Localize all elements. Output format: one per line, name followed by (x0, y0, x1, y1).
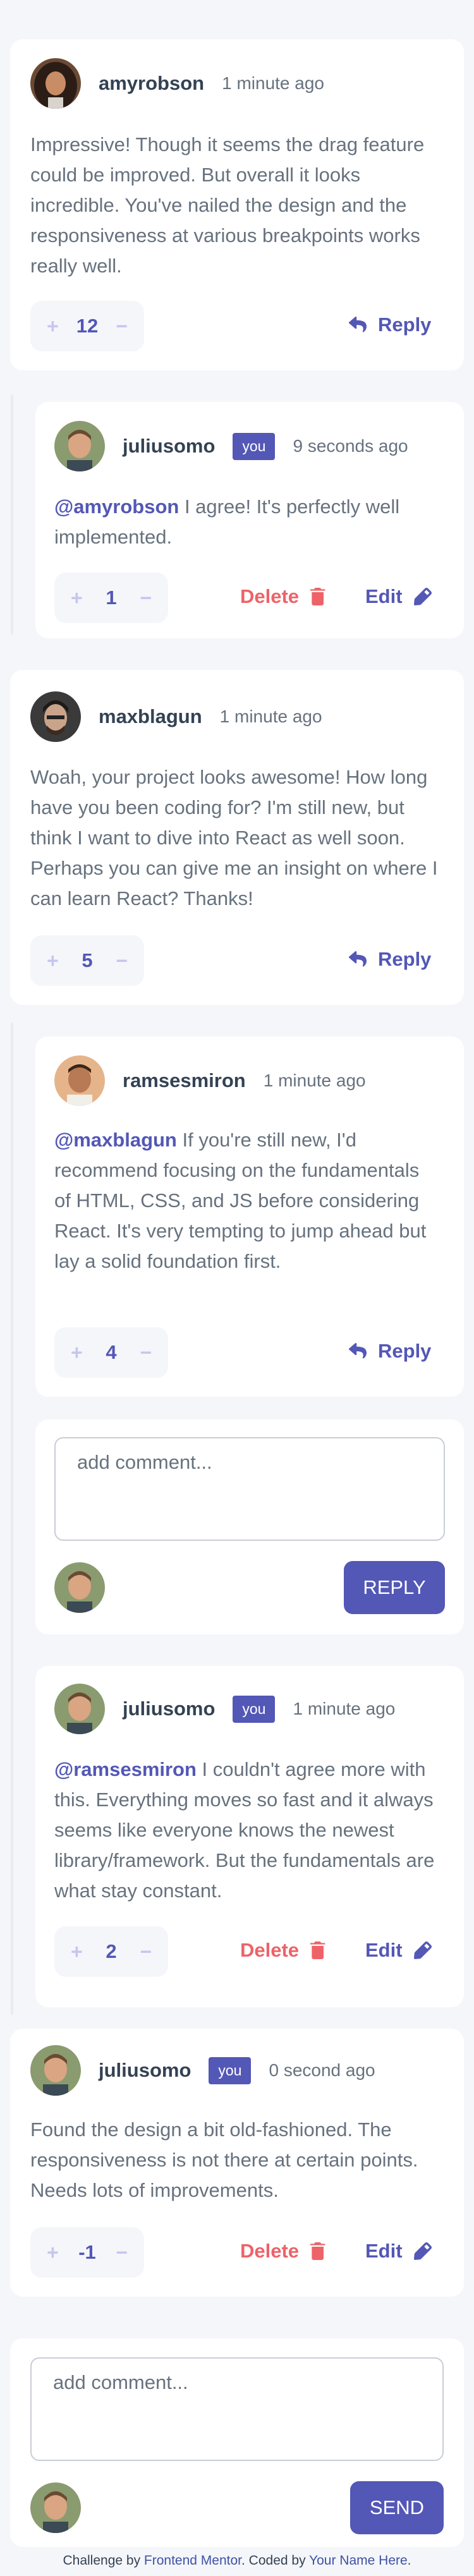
upvote-button[interactable]: + (47, 2242, 59, 2263)
score-value: 1 (106, 586, 117, 609)
downvote-button[interactable]: − (140, 1342, 152, 1363)
you-badge: you (233, 432, 276, 460)
edit-label: Edit (365, 585, 403, 607)
downvote-button[interactable]: − (116, 2242, 128, 2263)
reply-label: Reply (378, 313, 432, 336)
reply-submit-button[interactable]: REPLY (344, 1561, 445, 1614)
downvote-button[interactable]: − (140, 1941, 152, 1962)
upvote-button[interactable]: + (47, 951, 59, 971)
pencil-icon (413, 1941, 432, 1959)
username[interactable]: amyrobson (99, 72, 204, 95)
edit-button[interactable]: Edit (365, 585, 432, 608)
comment-header: amyrobson 1 minute ago (30, 58, 324, 109)
reply-label: Reply (378, 1340, 432, 1362)
comment-header: maxblagun 1 minute ago (30, 691, 322, 742)
reply-arrow-icon (349, 317, 367, 332)
comment-textarea[interactable] (30, 2357, 444, 2461)
author-link[interactable]: Your Name Here (309, 2553, 408, 2568)
timestamp: 0 second ago (269, 2060, 375, 2080)
current-user-avatar (54, 1562, 105, 1613)
comment-text: @maxblagun If you're still new, I'd reco… (54, 1129, 427, 1272)
comments-page: amyrobson 1 minute ago Impressive! Thoug… (0, 0, 474, 2576)
score-value: 4 (106, 1341, 117, 1363)
you-badge: you (233, 1695, 276, 1723)
reply-arrow-icon (349, 951, 367, 967)
reply-button[interactable]: Reply (349, 948, 431, 971)
avatar (54, 421, 105, 471)
send-button[interactable]: SEND (350, 2481, 444, 2534)
thread-divider (11, 1023, 13, 2015)
timestamp: 1 minute ago (263, 1071, 366, 1090)
username[interactable]: ramsesmiron (123, 1069, 246, 1092)
edit-button[interactable]: Edit (365, 1939, 432, 1962)
upvote-button[interactable]: + (47, 316, 59, 336)
vote-control: + 12 − (30, 301, 144, 351)
delete-label: Delete (240, 1939, 300, 1961)
reply-button[interactable]: Reply (349, 313, 431, 336)
edit-button[interactable]: Edit (365, 2240, 432, 2263)
comment-text: Found the design a bit old-fashioned. Th… (30, 2118, 418, 2201)
edit-label: Edit (365, 1939, 403, 1961)
username[interactable]: juliusomo (123, 435, 215, 458)
score-value: 5 (82, 949, 93, 971)
vote-control: + -1 − (30, 2227, 144, 2278)
upvote-button[interactable]: + (71, 588, 83, 608)
timestamp: 9 seconds ago (293, 436, 408, 456)
timestamp: 1 minute ago (293, 1699, 396, 1718)
timestamp: 1 minute ago (219, 707, 322, 726)
score-value: -1 (78, 2241, 96, 2263)
delete-button[interactable]: Delete (240, 1939, 325, 1962)
delete-button[interactable]: Delete (240, 2240, 325, 2263)
downvote-button[interactable]: − (116, 316, 128, 336)
vote-control: + 5 − (30, 935, 144, 986)
score-value: 12 (76, 315, 99, 337)
mention-link[interactable]: @maxblagun (54, 1129, 177, 1151)
thread-divider (11, 394, 13, 635)
trash-icon (310, 2242, 325, 2260)
vote-control: + 1 − (54, 573, 168, 623)
reply-button[interactable]: Reply (349, 1340, 431, 1363)
reply-textarea[interactable] (54, 1437, 445, 1541)
downvote-button[interactable]: − (140, 588, 152, 608)
pencil-icon (413, 2242, 432, 2260)
delete-label: Delete (240, 2240, 300, 2262)
username[interactable]: juliusomo (123, 1698, 215, 1720)
comment-text: @ramsesmiron I couldn't agree more with … (54, 1758, 435, 1902)
score-value: 2 (106, 1940, 117, 1962)
mention-link[interactable]: @amyrobson (54, 495, 179, 518)
pencil-icon (413, 588, 432, 605)
reply-arrow-icon (349, 1343, 367, 1359)
avatar (30, 691, 81, 742)
vote-control: + 4 − (54, 1327, 168, 1378)
avatar (54, 1055, 105, 1106)
trash-icon (310, 1941, 325, 1959)
comment-header: juliusomo you 9 seconds ago (54, 421, 408, 471)
edit-label: Edit (365, 2240, 403, 2262)
comment-text: @amyrobson I agree! It's perfectly well … (54, 495, 400, 548)
username[interactable]: maxblagun (99, 705, 202, 728)
delete-button[interactable]: Delete (240, 585, 325, 608)
avatar (30, 58, 81, 109)
reply-label: Reply (378, 948, 432, 970)
delete-label: Delete (240, 585, 300, 607)
upvote-button[interactable]: + (71, 1941, 83, 1962)
comment-header: juliusomo you 0 second ago (30, 2045, 375, 2096)
downvote-button[interactable]: − (116, 951, 128, 971)
you-badge: you (209, 2057, 252, 2084)
vote-control: + 2 − (54, 1926, 168, 1977)
mention-link[interactable]: @ramsesmiron (54, 1758, 197, 1780)
comment-header: juliusomo you 1 minute ago (54, 1684, 395, 1734)
frontend-mentor-link[interactable]: Frontend Mentor (144, 2553, 241, 2568)
upvote-button[interactable]: + (71, 1342, 83, 1363)
comment-header: ramsesmiron 1 minute ago (54, 1055, 366, 1106)
trash-icon (310, 588, 325, 605)
timestamp: 1 minute ago (222, 73, 324, 93)
comment-text: Woah, your project looks awesome! How lo… (30, 766, 438, 909)
comment-text: Impressive! Though it seems the drag fea… (30, 133, 425, 277)
username[interactable]: juliusomo (99, 2059, 191, 2082)
current-user-avatar (30, 2482, 81, 2533)
avatar (54, 1684, 105, 1734)
avatar (30, 2045, 81, 2096)
attribution: Challenge by Frontend Mentor. Coded by Y… (63, 2553, 411, 2568)
